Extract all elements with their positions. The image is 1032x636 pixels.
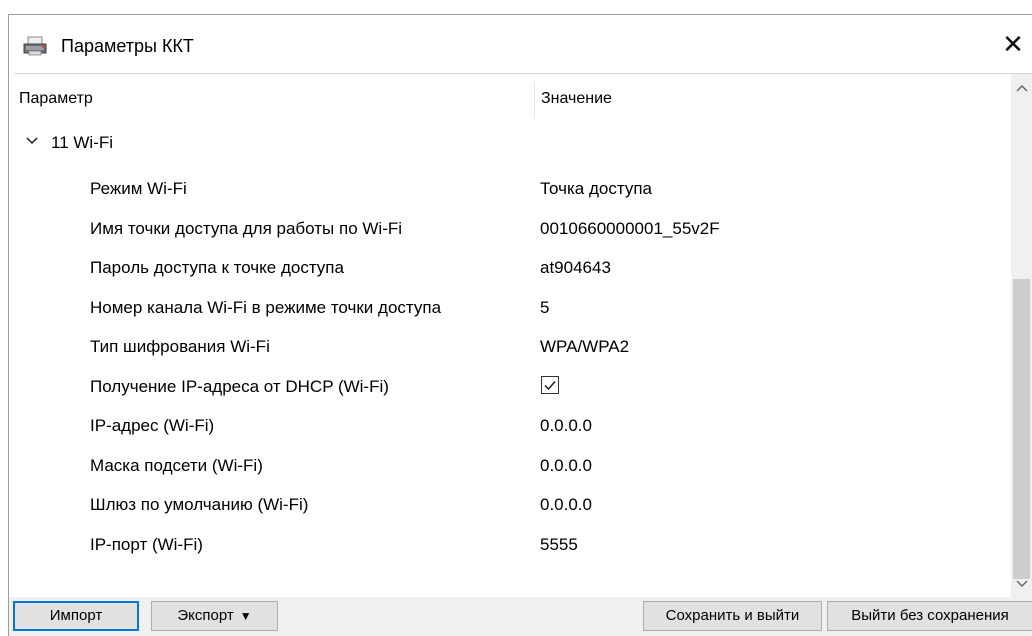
parameter-name: Шлюз по умолчанию (Wi-Fi) xyxy=(90,495,309,514)
caret-down-icon: ▼ xyxy=(239,609,252,623)
vertical-scrollbar[interactable] xyxy=(1011,74,1032,598)
column-divider[interactable] xyxy=(534,82,535,118)
background-strip xyxy=(0,0,1032,14)
import-button[interactable]: Импорт xyxy=(13,601,139,631)
table-row[interactable]: Получение IP-адреса от DHCP (Wi-Fi) xyxy=(15,371,1000,411)
button-bar: Импорт Экспорт ▼ Сохранить и выйти Выйти … xyxy=(9,597,1032,636)
table-row[interactable]: Номер канала Wi-Fi в режиме точки доступ… xyxy=(15,292,1000,332)
parameter-value[interactable]: 5555 xyxy=(540,535,578,555)
export-button[interactable]: Экспорт ▼ xyxy=(151,601,278,631)
scroll-down-arrow-icon[interactable] xyxy=(1011,576,1032,598)
parameters-grid[interactable]: Параметр Значение 11 Wi-Fi Режим Wi-Fi Т… xyxy=(15,73,1032,598)
parameter-name: Пароль доступа к точке доступа xyxy=(90,258,344,277)
table-row[interactable]: Шлюз по умолчанию (Wi-Fi) 0.0.0.0 xyxy=(15,489,1000,529)
scrollbar-thumb[interactable] xyxy=(1013,279,1030,579)
parameter-name: Маска подсети (Wi-Fi) xyxy=(90,455,263,475)
column-header-parameter[interactable]: Параметр xyxy=(19,90,93,108)
table-row[interactable]: Пароль доступа к точке доступа at904643 xyxy=(15,252,1000,292)
close-button[interactable]: ✕ xyxy=(993,27,1032,63)
parameter-name: IP-порт (Wi-Fi) xyxy=(90,534,203,554)
column-header-value[interactable]: Значение xyxy=(541,90,612,108)
printer-icon xyxy=(22,34,48,58)
parameter-name: Номер канала Wi-Fi в режиме точки доступ… xyxy=(90,297,442,317)
parameter-value[interactable]: 0.0.0.0 xyxy=(540,456,592,476)
title-bar: Параметры ККТ ✕ xyxy=(9,15,1032,73)
chevron-down-icon[interactable] xyxy=(25,134,39,148)
dhcp-checkbox[interactable] xyxy=(541,375,559,394)
scroll-up-arrow-icon[interactable] xyxy=(1011,74,1032,96)
table-row[interactable]: IP-адрес (Wi-Fi) 0.0.0.0 xyxy=(15,410,1000,450)
parameter-rows: Режим Wi-Fi Точка доступа Имя точки дост… xyxy=(15,173,1000,568)
parameter-value[interactable]: WPA/WPA2 xyxy=(540,337,629,357)
parameter-value[interactable]: 5 xyxy=(540,298,549,318)
parameter-value[interactable]: Точка доступа xyxy=(540,179,652,199)
table-row[interactable]: Имя точки доступа для работы по Wi-Fi 00… xyxy=(15,213,1000,253)
parameter-value[interactable]: 0.0.0.0 xyxy=(540,495,592,515)
parameter-value[interactable]: at904643 xyxy=(540,258,611,278)
save-and-exit-label: Сохранить и выйти xyxy=(665,607,800,624)
parameter-name: Тип шифрования Wi-Fi xyxy=(90,337,270,356)
parameter-name: Имя точки доступа для работы по Wi-Fi xyxy=(90,218,403,238)
exit-without-saving-button[interactable]: Выйти без сохранения xyxy=(827,601,1032,631)
parameter-value[interactable]: 0010660000001_55v2F xyxy=(540,219,720,239)
export-button-label: Экспорт xyxy=(177,607,234,624)
parameter-name: IP-адрес (Wi-Fi) xyxy=(90,416,215,435)
group-row-wifi[interactable]: 11 Wi-Fi xyxy=(15,128,1000,158)
table-row[interactable]: Маска подсети (Wi-Fi) 0.0.0.0 xyxy=(15,450,1000,490)
window-title: Параметры ККТ xyxy=(61,36,194,56)
group-label: 11 Wi-Fi xyxy=(51,133,114,152)
exit-without-saving-label: Выйти без сохранения xyxy=(851,607,1009,624)
table-row[interactable]: IP-порт (Wi-Fi) 5555 xyxy=(15,529,1000,569)
close-icon: ✕ xyxy=(1002,29,1024,59)
import-button-label: Импорт xyxy=(49,607,103,624)
table-row[interactable]: Тип шифрования Wi-Fi WPA/WPA2 xyxy=(15,331,1000,371)
table-row[interactable]: Режим Wi-Fi Точка доступа xyxy=(15,173,1000,213)
parameter-name: Получение IP-адреса от DHCP (Wi-Fi) xyxy=(90,376,389,396)
parameter-value[interactable]: 0.0.0.0 xyxy=(540,416,592,436)
parameter-name: Режим Wi-Fi xyxy=(90,179,187,198)
save-and-exit-button[interactable]: Сохранить и выйти xyxy=(643,601,822,631)
kkt-parameters-dialog: Параметры ККТ ✕ Параметр Значение 11 Wi-… xyxy=(8,14,1032,636)
